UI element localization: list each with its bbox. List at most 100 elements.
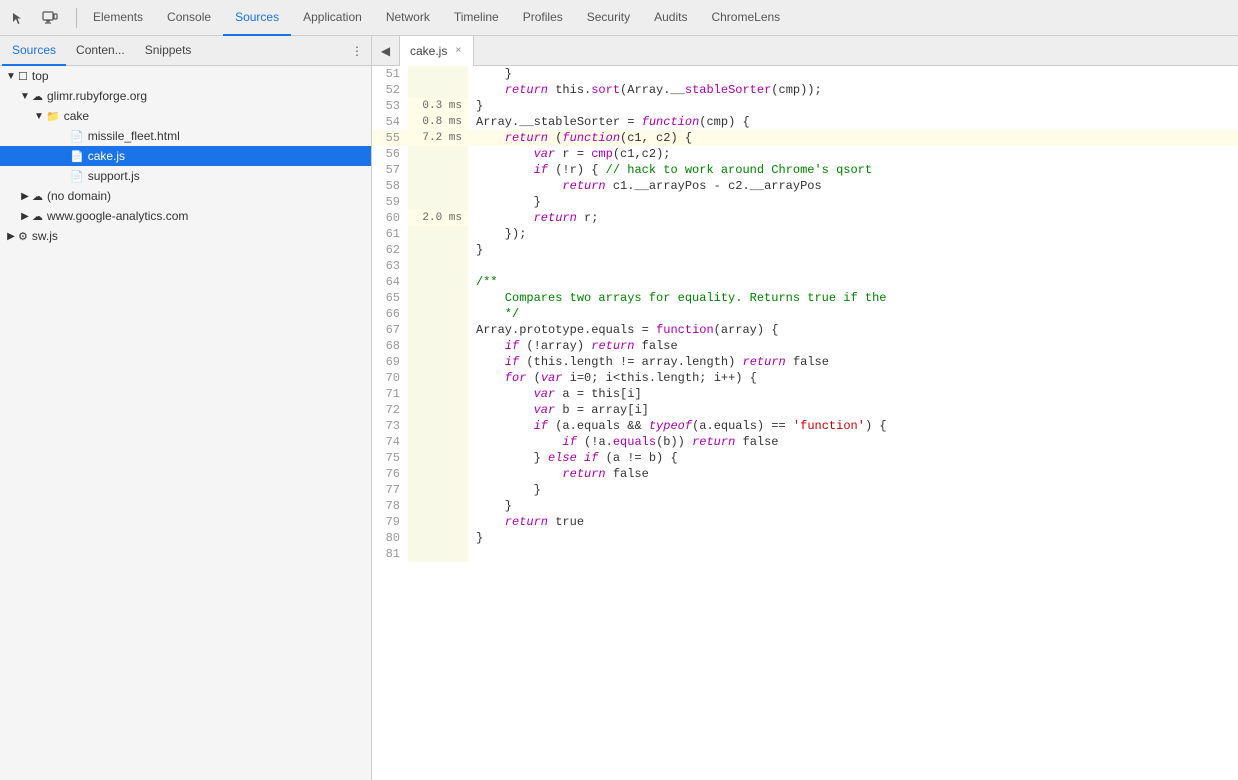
sidebar-tab-content[interactable]: Conten... [66,36,135,66]
tab-chromelens[interactable]: ChromeLens [699,0,792,36]
tree-item-support-js[interactable]: ▶ 📄 support.js [0,166,371,186]
tab-network[interactable]: Network [374,0,442,36]
line-number: 74 [372,434,408,450]
folder-icon-top: ☐ [18,70,28,83]
tab-timeline[interactable]: Timeline [442,0,511,36]
line-timing [408,178,468,194]
tab-profiles[interactable]: Profiles [511,0,575,36]
sidebar-tab-snippets[interactable]: Snippets [135,36,202,66]
tree-item-top[interactable]: ▼ ☐ top [0,66,371,86]
code-content: if (!a.equals(b)) return false [468,434,1238,450]
tree-item-google-analytics[interactable]: ▶ ☁ www.google-analytics.com [0,206,371,226]
line-timing [408,258,468,274]
code-content: return r; [468,210,1238,226]
table-row: 56 var r = cmp(c1,c2); [372,146,1238,162]
code-content: } [468,66,1238,82]
line-number: 56 [372,146,408,162]
line-number: 59 [372,194,408,210]
line-number: 58 [372,178,408,194]
line-timing: 0.3 ms [408,98,468,114]
line-number: 65 [372,290,408,306]
nav-separator [76,8,77,28]
code-content [468,546,1238,562]
table-row: 71 var a = this[i] [372,386,1238,402]
code-content: if (a.equals && typeof(a.equals) == 'fun… [468,418,1238,434]
table-row: 53 0.3 ms } [372,98,1238,114]
cursor-icon[interactable] [4,4,32,32]
sidebar-tab-sources[interactable]: Sources [2,36,66,66]
table-row: 74 if (!a.equals(b)) return false [372,434,1238,450]
table-row: 77 } [372,482,1238,498]
tree-arrow-cake: ▼ [32,111,46,122]
sidebar: Sources Conten... Snippets ⋮ ▼ ☐ top ▼ ☁… [0,36,372,780]
devtools-nav: Elements Console Sources Application Net… [0,0,1238,36]
tree-item-sw-js[interactable]: ▶ ⚙ sw.js [0,226,371,246]
tab-application[interactable]: Application [291,0,374,36]
code-content: }); [468,226,1238,242]
code-tabs-bar: ◀ cake.js × [372,36,1238,66]
line-timing [408,530,468,546]
line-timing [408,434,468,450]
code-content: } else if (a != b) { [468,450,1238,466]
line-number: 81 [372,546,408,562]
code-content: var a = this[i] [468,386,1238,402]
tree-arrow-sw: ▶ [4,231,18,242]
line-number: 80 [372,530,408,546]
file-icon-support: 📄 [70,170,84,183]
tree-arrow-top: ▼ [4,71,18,82]
line-timing [408,306,468,322]
table-row: 58 return c1.__arrayPos - c2.__arrayPos [372,178,1238,194]
cloud-icon-domain: ☁ [32,90,43,103]
tree-label-support: support.js [88,169,363,183]
table-row: 79 return true [372,514,1238,530]
line-number: 77 [372,482,408,498]
tree-item-domain[interactable]: ▼ ☁ glimr.rubyforge.org [0,86,371,106]
tab-elements[interactable]: Elements [81,0,155,36]
tree-label-domain: glimr.rubyforge.org [47,89,363,103]
code-content: Array.__stableSorter = function(cmp) { [468,114,1238,130]
file-tree: ▼ ☐ top ▼ ☁ glimr.rubyforge.org ▼ 📁 cake [0,66,371,780]
code-content: var b = array[i] [468,402,1238,418]
line-number: 66 [372,306,408,322]
line-timing [408,82,468,98]
line-timing [408,450,468,466]
line-number: 73 [372,418,408,434]
tab-audits[interactable]: Audits [642,0,699,36]
nav-tabs: Elements Console Sources Application Net… [81,0,1234,36]
device-icon[interactable] [36,4,64,32]
line-number: 67 [372,322,408,338]
table-row: 66 */ [372,306,1238,322]
line-timing [408,322,468,338]
tree-label-missile: missile_fleet.html [88,129,363,143]
table-row: 78 } [372,498,1238,514]
code-tab-close[interactable]: × [453,45,463,56]
code-content: } [468,530,1238,546]
code-content: return false [468,466,1238,482]
code-content: for (var i=0; i<this.length; i++) { [468,370,1238,386]
line-number: 60 [372,210,408,226]
tree-item-cake-js[interactable]: ▶ 📄 cake.js [0,146,371,166]
code-content: /** [468,274,1238,290]
sidebar-toggle-button[interactable]: ◀ [372,36,400,66]
code-content: if (this.length != array.length) return … [468,354,1238,370]
tree-item-no-domain[interactable]: ▶ ☁ (no domain) [0,186,371,206]
code-editor[interactable]: 51 } 52 return this.sort(Array.__stableS… [372,66,1238,780]
code-tab-cake-js[interactable]: cake.js × [400,36,474,66]
sidebar-tab-more[interactable]: ⋮ [345,36,369,66]
line-number: 63 [372,258,408,274]
tab-sources[interactable]: Sources [223,0,291,36]
table-row: 57 if (!r) { // hack to work around Chro… [372,162,1238,178]
line-timing [408,370,468,386]
tab-security[interactable]: Security [575,0,642,36]
table-row: 65 Compares two arrays for equality. Ret… [372,290,1238,306]
folder-icon-cake: 📁 [46,110,60,123]
code-content [468,258,1238,274]
line-number: 62 [372,242,408,258]
tab-console[interactable]: Console [155,0,223,36]
code-content: return c1.__arrayPos - c2.__arrayPos [468,178,1238,194]
tree-item-missile-fleet[interactable]: ▶ 📄 missile_fleet.html [0,126,371,146]
tree-item-cake-folder[interactable]: ▼ 📁 cake [0,106,371,126]
nav-icons [4,4,64,32]
tree-label-google: www.google-analytics.com [47,209,363,223]
line-number: 76 [372,466,408,482]
